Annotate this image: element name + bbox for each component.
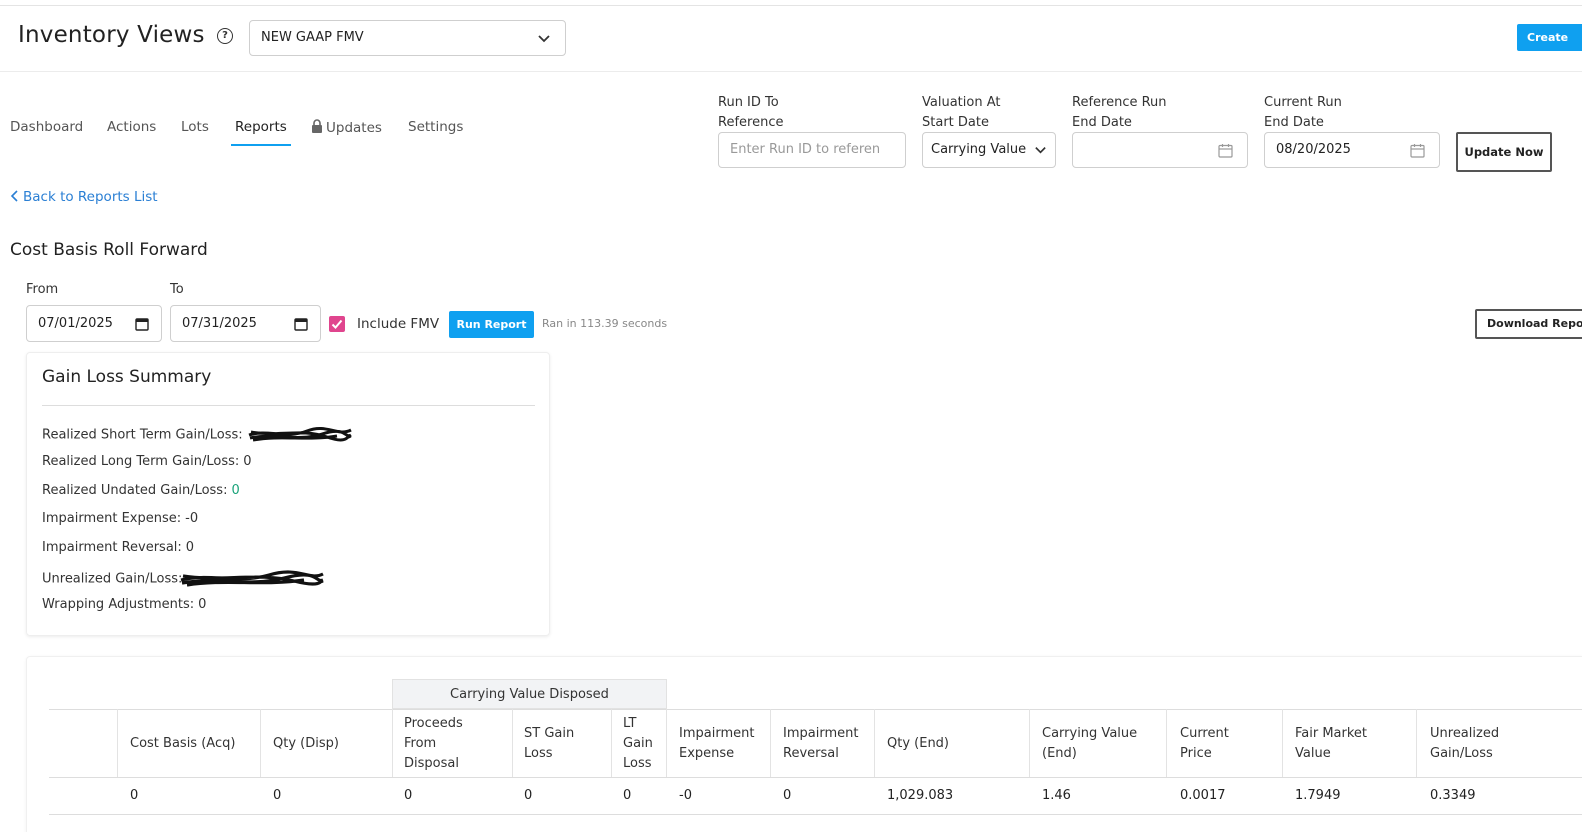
top-divider xyxy=(0,5,1582,6)
table-cell: 1,029.083 xyxy=(887,788,954,803)
column-header-carrying-value-end[interactable]: Carrying Value (End) xyxy=(1042,724,1137,764)
table-cell: 1.7949 xyxy=(1295,788,1341,803)
run-duration-text: Ran in 113.39 seconds xyxy=(542,317,668,330)
valuation-label: Valuation At Start Date xyxy=(922,95,1001,130)
table-cell: 0 xyxy=(273,788,282,803)
column-divider xyxy=(392,709,393,777)
column-header-lt-gain-loss[interactable]: LT Gain Loss xyxy=(623,714,653,774)
column-header-current-price[interactable]: Current Price xyxy=(1180,724,1229,764)
summary-row: Realized Undated Gain/Loss: 0 xyxy=(42,483,240,498)
download-report-button[interactable]: Download Report xyxy=(1475,309,1582,339)
column-divider xyxy=(1166,709,1167,777)
summary-title: Gain Loss Summary xyxy=(42,367,212,387)
calendar-icon[interactable] xyxy=(135,317,149,331)
to-date-input[interactable]: 07/31/2025 xyxy=(170,305,321,342)
from-label: From xyxy=(26,282,59,297)
column-divider xyxy=(666,709,667,777)
tab-actions[interactable]: Actions xyxy=(107,119,156,135)
table-header-top-border xyxy=(49,709,1582,710)
summary-row: Realized Short Term Gain/Loss: xyxy=(42,425,353,445)
column-divider xyxy=(1416,709,1417,777)
column-divider xyxy=(770,709,771,777)
run-report-button[interactable]: Run Report xyxy=(449,311,534,338)
chevron-down-icon xyxy=(1035,147,1046,154)
to-label: To xyxy=(170,282,184,297)
carrying-value-disposed-header: Carrying Value Disposed xyxy=(392,679,667,709)
tab-updates-label: Updates xyxy=(326,120,382,136)
current-end-date-input[interactable]: 08/20/2025 xyxy=(1264,132,1440,168)
column-divider xyxy=(611,709,612,777)
create-button[interactable]: Create xyxy=(1517,24,1582,51)
table-cell: -0 xyxy=(679,788,692,803)
summary-row: Realized Long Term Gain/Loss: 0 xyxy=(42,454,252,469)
active-tab-indicator xyxy=(231,144,291,146)
table-cell: 0 xyxy=(524,788,533,803)
question-circle-icon[interactable]: ? xyxy=(217,28,233,44)
valuation-select-value: Carrying Value xyxy=(931,142,1027,157)
checkmark-icon xyxy=(331,319,343,329)
report-title: Cost Basis Roll Forward xyxy=(10,240,208,260)
table-row-bottom-border xyxy=(49,814,1582,815)
column-header-impairment-reversal[interactable]: Impairment Reversal xyxy=(783,724,858,764)
tab-settings[interactable]: Settings xyxy=(408,119,463,135)
summary-row: Impairment Reversal: 0 xyxy=(42,540,195,555)
tab-updates[interactable]: Updates xyxy=(311,119,382,136)
column-header-impairment-expense[interactable]: Impairment Expense xyxy=(679,724,754,764)
column-header-qty-disp[interactable]: Qty (Disp) xyxy=(273,734,339,754)
table-cell: 1.46 xyxy=(1042,788,1071,803)
table-cell: 0 xyxy=(623,788,632,803)
tab-dashboard[interactable]: Dashboard xyxy=(10,119,83,135)
summary-row: Impairment Expense: -0 xyxy=(42,511,199,526)
column-divider xyxy=(874,709,875,777)
update-now-button[interactable]: Update Now xyxy=(1456,132,1552,172)
summary-row: Wrapping Adjustments: 0 xyxy=(42,597,207,612)
current-end-label: Current Run End Date xyxy=(1264,95,1342,130)
column-divider xyxy=(117,709,118,777)
back-to-reports-link[interactable]: Back to Reports List xyxy=(10,189,158,205)
run-id-label: Run ID To Reference xyxy=(718,95,784,130)
lock-icon xyxy=(312,119,322,133)
column-divider xyxy=(1282,709,1283,777)
header-divider xyxy=(0,71,1582,72)
summary-divider xyxy=(42,405,535,406)
include-fmv-checkbox[interactable] xyxy=(329,316,345,332)
tab-reports[interactable]: Reports xyxy=(235,119,287,135)
chevron-left-icon xyxy=(10,190,18,202)
table-cell: 0 xyxy=(404,788,413,803)
redacted-value xyxy=(180,570,324,587)
summary-row: Unrealized Gain/Loss: xyxy=(42,568,325,590)
chevron-down-icon xyxy=(538,35,550,43)
table-cell: 0.0017 xyxy=(1180,788,1226,803)
reference-end-date-input[interactable] xyxy=(1072,132,1248,168)
redacted-value xyxy=(248,426,352,442)
column-header-fair-market-value[interactable]: Fair Market Value xyxy=(1295,724,1367,764)
table-cell: 0 xyxy=(130,788,139,803)
view-select[interactable]: NEW GAAP FMV xyxy=(249,20,566,56)
page-title: Inventory Views xyxy=(18,22,205,48)
table-cell: 0.3349 xyxy=(1430,788,1476,803)
calendar-icon[interactable] xyxy=(1218,143,1233,158)
column-header-proceeds[interactable]: Proceeds From Disposal xyxy=(404,714,463,774)
tab-lots[interactable]: Lots xyxy=(181,119,209,135)
column-divider xyxy=(512,709,513,777)
from-date-input[interactable]: 07/01/2025 xyxy=(26,305,162,342)
run-id-input[interactable]: Enter Run ID to referen xyxy=(718,132,906,168)
calendar-icon[interactable] xyxy=(1410,143,1425,158)
reference-end-label: Reference Run End Date xyxy=(1072,95,1167,130)
table-cell: 0 xyxy=(783,788,792,803)
column-header-cost-basis[interactable]: Cost Basis (Acq) xyxy=(130,734,235,754)
include-fmv-label: Include FMV xyxy=(357,316,440,332)
valuation-select[interactable]: Carrying Value xyxy=(922,132,1056,168)
column-divider xyxy=(1029,709,1030,777)
column-header-unrealized-gain-loss[interactable]: Unrealized Gain/Loss xyxy=(1430,724,1499,764)
column-header-qty-end[interactable]: Qty (End) xyxy=(887,734,949,754)
table-header-bottom-border xyxy=(49,777,1582,778)
column-header-st-gain-loss[interactable]: ST Gain Loss xyxy=(524,724,574,764)
column-divider xyxy=(260,709,261,777)
calendar-icon[interactable] xyxy=(294,317,308,331)
view-select-value: NEW GAAP FMV xyxy=(261,30,364,45)
